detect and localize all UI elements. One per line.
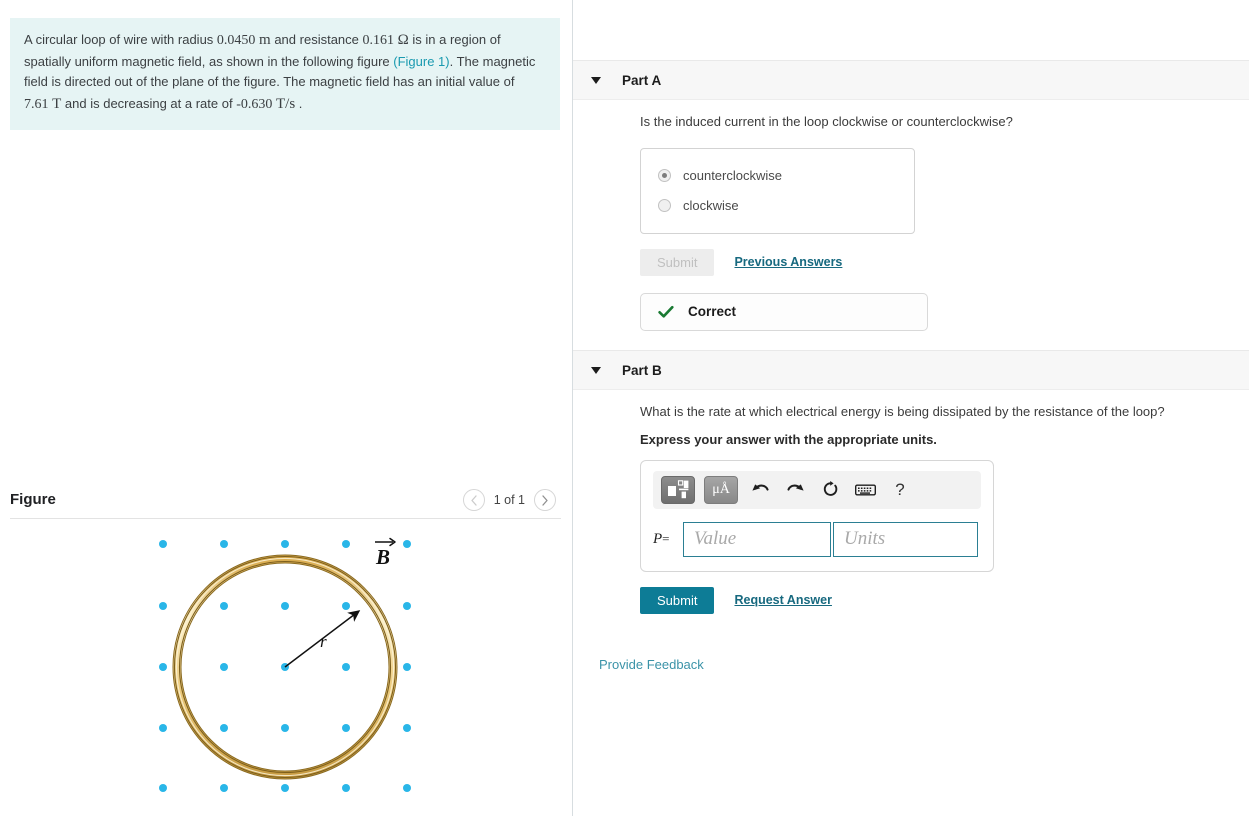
chevron-right-icon bbox=[542, 494, 548, 506]
variable-label: P= bbox=[653, 531, 683, 548]
part-a-body: Is the induced current in the loop clock… bbox=[640, 112, 1240, 331]
radio-button-icon[interactable] bbox=[658, 199, 671, 212]
chevron-left-icon bbox=[471, 494, 477, 506]
option-label: counterclockwise bbox=[683, 168, 782, 183]
part-a-actions: Submit Previous Answers bbox=[640, 248, 1240, 276]
part-a-label: Part A bbox=[622, 72, 662, 88]
svg-text:B: B bbox=[375, 545, 390, 569]
resistance-value: 0.161 bbox=[362, 33, 395, 48]
caret-down-icon[interactable] bbox=[591, 76, 601, 84]
rate-value: -0.630 bbox=[236, 96, 273, 112]
radius-value: 0.0450 bbox=[216, 33, 256, 48]
figure-title: Figure bbox=[10, 491, 56, 508]
option-label: clockwise bbox=[683, 198, 739, 213]
problem-text-6: . bbox=[295, 95, 303, 111]
part-a-status-label: Correct bbox=[688, 304, 737, 319]
keyboard-icon[interactable] bbox=[852, 477, 878, 503]
part-a-header[interactable]: Part A bbox=[573, 60, 1249, 100]
problem-statement: A circular loop of wire with radius 0.04… bbox=[10, 18, 560, 130]
resistance-unit: Ω bbox=[397, 32, 409, 48]
units-icon[interactable]: μÅ bbox=[704, 475, 738, 504]
part-b-answer-widget: μÅ ? P= Value Units bbox=[640, 459, 994, 572]
b-field-label: B bbox=[375, 537, 396, 569]
figure-image: r B bbox=[10, 519, 561, 809]
part-b-actions: Submit Request Answer bbox=[640, 586, 1240, 614]
problem-text-1: A circular loop of wire with radius bbox=[24, 32, 217, 47]
figure-prev-button[interactable] bbox=[462, 489, 485, 511]
part-a-question: Is the induced current in the loop clock… bbox=[640, 114, 1013, 129]
magnetic-field-dots bbox=[159, 540, 411, 792]
rate-unit: T/s bbox=[275, 95, 296, 112]
figure-next-button[interactable] bbox=[534, 489, 556, 511]
part-a-status-banner: Correct bbox=[640, 292, 928, 331]
math-template-icon[interactable] bbox=[661, 475, 695, 504]
part-b-question: What is the rate at which electrical ene… bbox=[640, 404, 1165, 419]
reset-icon[interactable] bbox=[817, 477, 843, 503]
part-b-submit-button[interactable]: Submit bbox=[640, 586, 715, 614]
provide-feedback-link[interactable]: Provide Feedback bbox=[599, 657, 704, 672]
field-value: 7.61 bbox=[24, 96, 49, 112]
check-icon bbox=[658, 305, 674, 318]
request-answer-link[interactable]: Request Answer bbox=[734, 593, 831, 607]
undo-icon[interactable] bbox=[747, 477, 773, 503]
help-icon[interactable]: ? bbox=[887, 477, 913, 503]
radius-label: r bbox=[320, 632, 327, 651]
part-b-body: What is the rate at which electrical ene… bbox=[640, 402, 1240, 614]
units-icon-label: μÅ bbox=[712, 481, 730, 497]
problem-text-2: and resistance bbox=[270, 32, 363, 47]
equals-symbol: = bbox=[662, 530, 670, 546]
part-b-header[interactable]: Part B bbox=[573, 350, 1249, 390]
option-counterclockwise[interactable]: counterclockwise bbox=[641, 165, 914, 187]
option-clockwise[interactable]: clockwise bbox=[641, 195, 914, 217]
left-panel: A circular loop of wire with radius 0.04… bbox=[0, 0, 572, 816]
previous-answers-link[interactable]: Previous Answers bbox=[734, 255, 842, 269]
right-panel: Part A Is the induced current in the loo… bbox=[573, 0, 1249, 816]
radio-button-icon[interactable] bbox=[658, 169, 671, 182]
radius-unit: m bbox=[259, 32, 271, 48]
part-a-options: counterclockwise clockwise bbox=[640, 147, 915, 234]
figure-1-link[interactable]: (Figure 1) bbox=[393, 54, 449, 69]
problem-text-5: and is decreasing at a rate of bbox=[61, 95, 237, 111]
caret-down-icon[interactable] bbox=[591, 366, 601, 374]
math-toolbar: μÅ ? bbox=[653, 470, 981, 509]
field-unit: T bbox=[52, 95, 62, 112]
figure-counter: 1 of 1 bbox=[493, 493, 525, 507]
part-b-label: Part B bbox=[622, 362, 662, 378]
value-input[interactable] bbox=[683, 521, 831, 557]
part-b-instruction: Express your answer with the appropriate… bbox=[640, 431, 937, 447]
part-b-input-row: P= bbox=[653, 521, 981, 557]
figure-header: Figure 1 of 1 bbox=[10, 489, 560, 519]
units-input[interactable] bbox=[833, 521, 978, 557]
redo-icon[interactable] bbox=[782, 477, 808, 503]
part-a-submit-button[interactable]: Submit bbox=[640, 248, 715, 276]
page-root: A circular loop of wire with radius 0.04… bbox=[0, 0, 1249, 816]
variable-symbol: P bbox=[653, 530, 663, 547]
figure-navigation: 1 of 1 bbox=[462, 489, 556, 511]
